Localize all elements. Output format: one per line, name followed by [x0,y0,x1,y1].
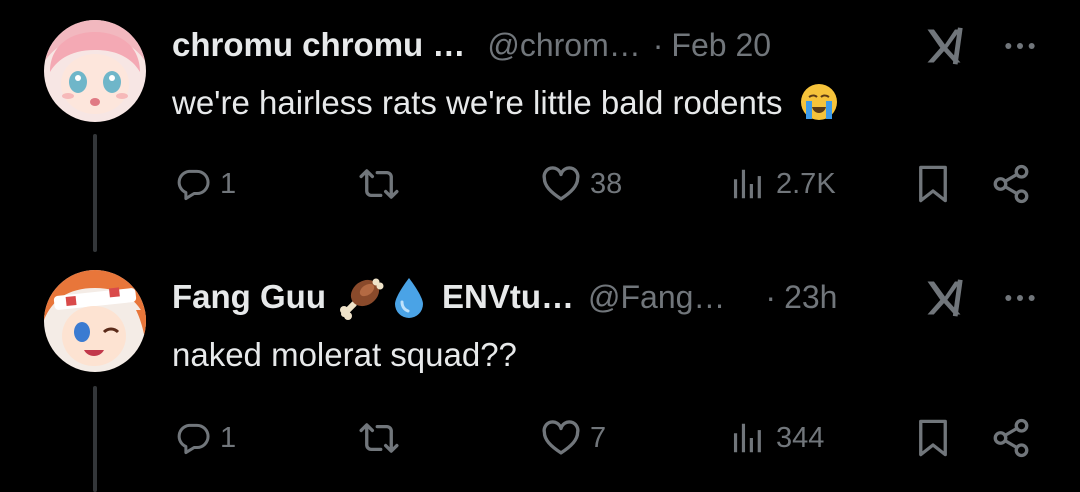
author-handle[interactable]: @chrom… [487,27,640,64]
tweet-header: chromu chromu … @chrom… · Feb 20 [172,20,1040,70]
views-button[interactable]: 344 [730,408,824,468]
tweet-text: naked molerat squad?? [172,336,517,373]
reply-button[interactable]: 1 [174,154,236,214]
tweet-text-container: we're hairless rats we're little bald ro… [172,84,840,123]
grok-icon[interactable] [922,276,966,320]
more-icon[interactable] [1000,26,1040,66]
like-count: 7 [590,421,607,454]
bar-chart-icon [730,419,768,457]
bar-chart-icon [730,165,768,203]
droplet-emoji [394,278,423,318]
timestamp[interactable]: 23h [784,279,837,316]
bookmark-icon [912,417,954,459]
reply-count: 1 [220,421,237,454]
author-name[interactable]: chromu chromu … [172,26,465,64]
retweet-button[interactable] [358,408,400,468]
tweet[interactable]: chromu chromu … @chrom… · Feb 20 we're h… [0,0,1080,252]
share-button[interactable] [990,154,1032,214]
bookmark-icon [912,163,954,205]
separator: · [765,278,777,315]
bookmark-button[interactable] [912,154,954,214]
bookmark-button[interactable] [912,408,954,468]
loudly-crying-face-emoji [800,84,837,121]
reply-count: 1 [220,167,237,200]
view-count: 344 [776,421,825,454]
tweet-text: we're hairless rats we're little bald ro… [172,84,783,121]
share-icon [990,417,1032,459]
reply-icon [174,165,212,203]
grok-icon[interactable] [922,24,966,68]
share-icon [990,163,1032,205]
view-count: 2.7K [776,167,836,200]
tweet-actions: 1 38 2.7K [0,154,1080,214]
author-name[interactable]: Fang Guu [172,278,326,316]
avatar[interactable] [44,270,146,372]
heart-icon [540,417,582,459]
share-button[interactable] [990,408,1032,468]
like-button[interactable]: 38 [540,154,622,214]
separator: · [652,26,664,63]
tweet-header: Fang Guu ENVtu… @Fang… · 23h [172,272,1040,322]
reply-button[interactable]: 1 [174,408,236,468]
author-name-suffix[interactable]: ENVtu… [442,278,574,316]
reply-icon [174,419,212,457]
views-button[interactable]: 2.7K [730,154,836,214]
tweet[interactable]: Fang Guu ENVtu… @Fang… · 23h naked moler… [0,252,1080,492]
like-count: 38 [590,167,623,200]
like-button[interactable]: 7 [540,408,606,468]
author-handle[interactable]: @Fang… [588,279,725,316]
retweet-icon [358,163,400,205]
more-icon[interactable] [1000,278,1040,318]
heart-icon [540,163,582,205]
timestamp[interactable]: Feb 20 [671,27,771,64]
tweet-actions: 1 7 344 [0,408,1080,468]
retweet-icon [358,417,400,459]
retweet-button[interactable] [358,154,400,214]
avatar[interactable] [44,20,146,122]
meat-on-bone-emoji [339,278,384,320]
